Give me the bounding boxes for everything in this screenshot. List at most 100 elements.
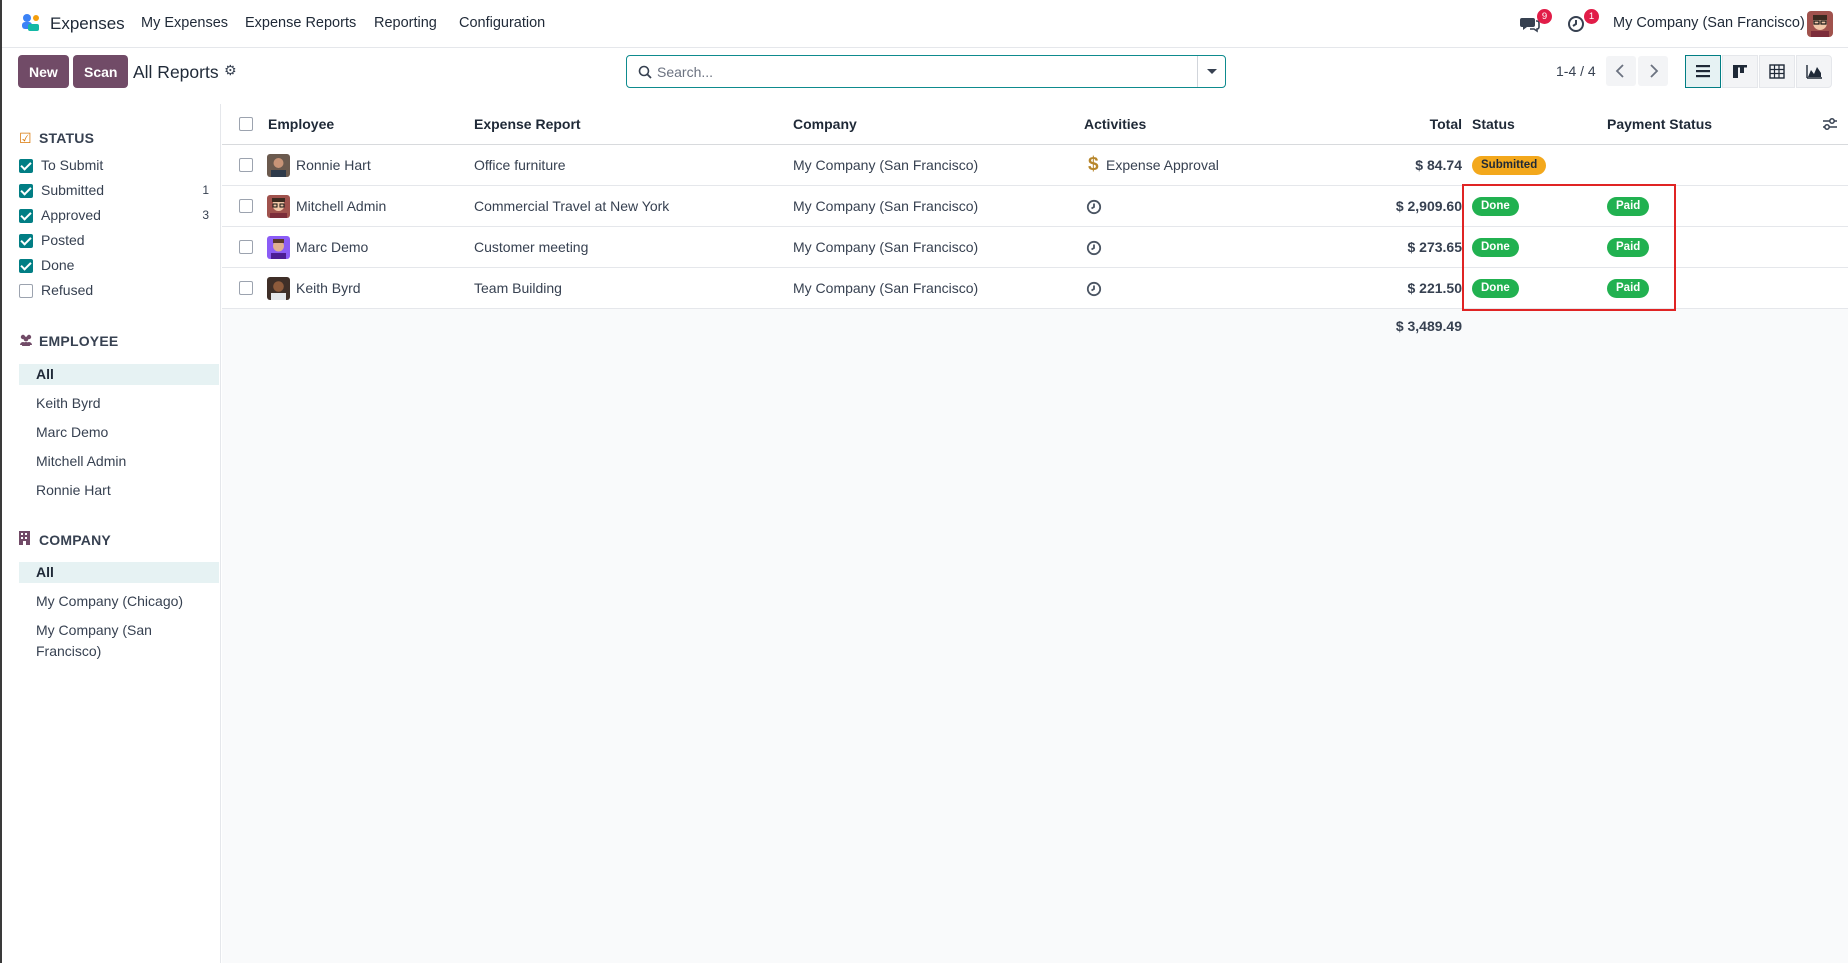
row-checkbox[interactable]: [239, 158, 253, 172]
list-view-button[interactable]: [1685, 55, 1721, 88]
graph-icon: [1806, 65, 1822, 79]
employee-section-header: EMPLOYEE: [19, 333, 118, 349]
company-filter-all[interactable]: All: [19, 562, 219, 583]
company-name: My Company (San Francisco): [793, 239, 979, 255]
status-badge: Submitted: [1472, 156, 1547, 175]
company-switcher[interactable]: My Company (San Francisco): [1613, 15, 1805, 31]
pager-previous-button[interactable]: [1606, 56, 1636, 86]
status-section-header: ☑ STATUS: [19, 130, 95, 146]
menu-expense-reports[interactable]: Expense Reports: [245, 15, 356, 31]
status-filter-approved[interactable]: Approved 3: [19, 206, 209, 226]
column-employee[interactable]: Employee: [268, 116, 334, 132]
checkbox[interactable]: [19, 259, 33, 273]
new-button[interactable]: New: [18, 55, 69, 88]
search-bar: [626, 55, 1226, 88]
status-filter-submitted[interactable]: Submitted 1: [19, 181, 209, 201]
clock-icon[interactable]: [1086, 240, 1102, 256]
activities-badge: 1: [1584, 9, 1599, 24]
employee-name: Mitchell Admin: [296, 198, 387, 214]
employee-name: Marc Demo: [296, 239, 369, 255]
expenses-app-icon[interactable]: [19, 12, 41, 34]
users-icon: [19, 333, 33, 349]
total-amount: $ 273.65: [1407, 239, 1463, 255]
search-icon: [638, 65, 652, 79]
pager-value[interactable]: 1-4 / 4: [1556, 63, 1596, 79]
pivot-icon: [1769, 64, 1785, 79]
employee-filter-ronnie-hart[interactable]: Ronnie Hart: [19, 480, 219, 501]
activity-summary[interactable]: Expense Approval: [1106, 157, 1219, 173]
column-status[interactable]: Status: [1472, 116, 1515, 132]
row-checkbox[interactable]: [239, 240, 253, 254]
messages-icon[interactable]: 9: [1520, 9, 1552, 35]
checkbox[interactable]: [19, 209, 33, 223]
checkbox[interactable]: [19, 159, 33, 173]
employee-filter-all[interactable]: All: [19, 364, 219, 385]
chevron-right-icon: [1650, 64, 1659, 78]
building-icon: [19, 531, 33, 548]
table-row[interactable]: Ronnie Hart Office furniture My Company …: [222, 145, 1848, 186]
employee-avatar: [267, 236, 290, 259]
employee-avatar: [267, 195, 290, 218]
clock-icon[interactable]: [1086, 199, 1102, 215]
chevron-left-icon: [1615, 64, 1624, 78]
company-filter-chicago[interactable]: My Company (Chicago): [19, 591, 219, 612]
company-name: My Company (San Francisco): [793, 280, 979, 296]
kanban-view-button[interactable]: [1722, 55, 1758, 88]
status-filter-done[interactable]: Done: [19, 256, 209, 276]
menu-reporting[interactable]: Reporting: [374, 15, 437, 31]
column-payment-status[interactable]: Payment Status: [1607, 116, 1712, 132]
pivot-view-button[interactable]: [1759, 55, 1795, 88]
search-panel: ☑ STATUS To Submit Submitted 1 Approved 3…: [2, 104, 221, 963]
dollar-icon[interactable]: $: [1088, 154, 1099, 176]
menu-my-expenses[interactable]: My Expenses: [141, 15, 228, 31]
total-amount: $ 84.74: [1415, 157, 1462, 173]
column-company[interactable]: Company: [793, 116, 857, 132]
employee-name: Keith Byrd: [296, 280, 361, 296]
clock-icon[interactable]: [1086, 281, 1102, 297]
company-name: My Company (San Francisco): [793, 198, 979, 214]
status-filter-posted[interactable]: Posted: [19, 231, 209, 251]
grand-total: $ 3,489.49: [1395, 318, 1462, 334]
status-filter-refused[interactable]: Refused: [19, 281, 209, 301]
highlight-annotation: [1462, 184, 1676, 311]
kanban-icon: [1733, 65, 1747, 78]
column-activities[interactable]: Activities: [1084, 116, 1146, 132]
total-amount: $ 2,909.60: [1395, 198, 1462, 214]
expense-report-name: Commercial Travel at New York: [474, 198, 670, 214]
list-icon: [1696, 65, 1710, 78]
checkbox[interactable]: [19, 184, 33, 198]
gear-icon[interactable]: ⚙: [224, 62, 237, 79]
user-avatar[interactable]: [1807, 11, 1833, 37]
employee-avatar: [267, 277, 290, 300]
employee-filter-keith-byrd[interactable]: Keith Byrd: [19, 393, 219, 414]
column-expense-report[interactable]: Expense Report: [474, 116, 581, 132]
checkbox[interactable]: [19, 234, 33, 248]
employee-filter-mitchell-admin[interactable]: Mitchell Admin: [19, 451, 219, 472]
graph-view-button[interactable]: [1796, 55, 1832, 88]
scan-button[interactable]: Scan: [73, 55, 129, 88]
company-filter-san-francisco[interactable]: My Company (San Francisco): [19, 620, 219, 659]
company-name: My Company (San Francisco): [793, 157, 979, 173]
expense-report-name: Office furniture: [474, 157, 566, 173]
activities-clock-icon[interactable]: 1: [1567, 9, 1599, 35]
optional-columns-icon[interactable]: [1822, 117, 1838, 131]
search-options-toggle[interactable]: [1197, 56, 1225, 87]
row-checkbox[interactable]: [239, 281, 253, 295]
checkbox[interactable]: [19, 284, 33, 298]
column-total[interactable]: Total: [1430, 116, 1462, 132]
expense-report-name: Team Building: [474, 280, 562, 296]
page-title: All Reports: [133, 62, 219, 82]
row-checkbox[interactable]: [239, 199, 253, 213]
search-input[interactable]: [657, 56, 1157, 87]
pager-next-button[interactable]: [1638, 56, 1668, 86]
app-name[interactable]: Expenses: [50, 14, 125, 34]
status-filter-to-submit[interactable]: To Submit: [19, 156, 209, 176]
employee-filter-marc-demo[interactable]: Marc Demo: [19, 422, 219, 443]
company-section-header: COMPANY: [19, 531, 111, 548]
employee-name: Ronnie Hart: [296, 157, 371, 173]
top-navbar: Expenses My Expenses Expense Reports Rep…: [2, 0, 1848, 48]
select-all-checkbox[interactable]: [239, 117, 253, 131]
menu-configuration[interactable]: Configuration: [459, 15, 545, 31]
check-square-icon: ☑: [19, 130, 32, 146]
caret-down-icon: [1207, 69, 1217, 74]
